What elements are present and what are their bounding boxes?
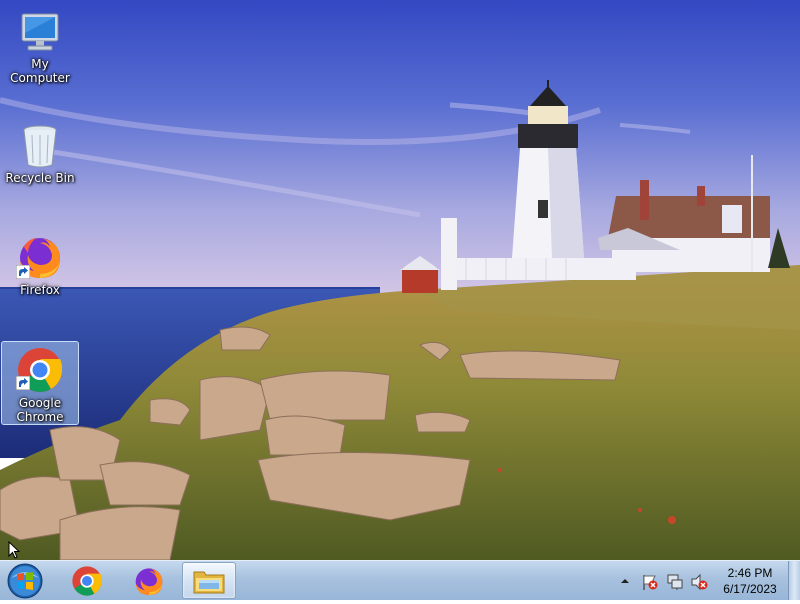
taskbar-button-windows-explorer[interactable] xyxy=(182,562,236,599)
action-center-flag-icon[interactable] xyxy=(641,573,659,591)
taskbar-button-chrome[interactable] xyxy=(61,562,113,599)
clock-time: 2:46 PM xyxy=(727,566,773,580)
start-button[interactable] xyxy=(6,562,46,600)
desktop-icon-google-chrome[interactable]: Google Chrome xyxy=(1,341,79,425)
desktop-wallpaper[interactable] xyxy=(0,0,800,560)
mouse-cursor-icon xyxy=(8,541,20,559)
shortcut-arrow-icon xyxy=(16,376,30,390)
desktop-icon-label: Recycle Bin xyxy=(5,171,75,185)
windows-start-orb-icon xyxy=(7,563,43,599)
my-computer-icon xyxy=(21,13,59,51)
show-hidden-icons-arrow[interactable] xyxy=(620,576,630,586)
taskbar: 2:46 PM 6/17/2023 xyxy=(0,560,800,600)
network-icon[interactable] xyxy=(666,573,684,591)
desktop-icon-firefox[interactable]: Firefox xyxy=(1,228,79,298)
desktop-icon-label: Google Chrome xyxy=(16,396,64,424)
desktop-icon-label: Firefox xyxy=(20,283,60,297)
desktop-icon-my-computer[interactable]: My Computer xyxy=(1,6,79,85)
desktop-icon-recycle-bin[interactable]: Recycle Bin xyxy=(1,118,79,188)
shortcut-arrow-icon xyxy=(16,265,30,279)
firefox-icon xyxy=(135,567,163,595)
chrome-icon xyxy=(72,565,102,596)
desktop-icon-label: My Computer xyxy=(10,57,70,85)
taskbar-clock[interactable]: 2:46 PM 6/17/2023 xyxy=(712,565,788,597)
clock-date: 6/17/2023 xyxy=(723,582,777,596)
volume-muted-icon[interactable] xyxy=(690,573,708,591)
show-desktop-button[interactable] xyxy=(788,561,800,600)
recycle-bin-icon xyxy=(23,125,57,168)
taskbar-button-firefox[interactable] xyxy=(123,562,175,599)
folder-icon xyxy=(193,571,225,593)
